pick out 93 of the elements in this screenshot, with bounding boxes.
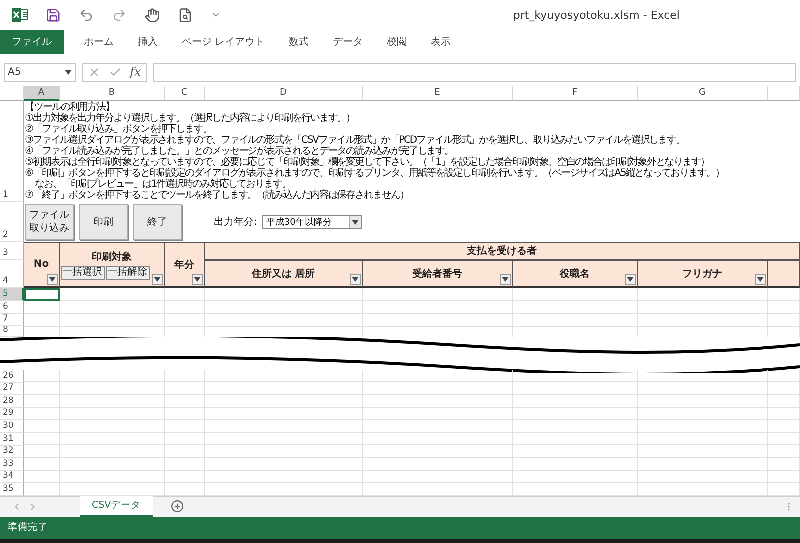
caret-icon [757, 277, 764, 282]
row-header[interactable]: 28 [0, 395, 24, 408]
row-header[interactable]: 3 [0, 242, 24, 260]
undo-icon[interactable] [79, 8, 94, 22]
filter-button[interactable] [152, 274, 163, 285]
cell-grid[interactable] [24, 288, 800, 337]
insert-function-button[interactable]: fx [130, 65, 142, 79]
column-heading: 年分 [165, 242, 205, 288]
name-box[interactable]: A5 [4, 62, 76, 82]
filter-button[interactable] [500, 274, 511, 285]
row-header[interactable]: 27 [0, 382, 24, 396]
year-dropdown[interactable]: 平成30年以降分 [262, 215, 362, 229]
sheet-tab[interactable]: CSVデータ [80, 496, 154, 518]
column-header[interactable]: C [165, 86, 205, 101]
row-header[interactable]: 32 [0, 446, 24, 458]
ribbon-tab[interactable]: 数式 [277, 30, 322, 54]
instruction-line: なお、「印刷プレビュー」は1件選択時のみ対応しております。 [35, 179, 291, 190]
save-icon[interactable] [46, 8, 61, 22]
file-tab[interactable]: ファイル [0, 30, 64, 54]
caret-icon [194, 277, 201, 282]
ribbon-tab[interactable]: データ [321, 30, 376, 54]
filter-button[interactable] [755, 274, 766, 285]
ribbon-tab[interactable]: ホーム [72, 30, 126, 54]
status-text: 準備完了 [8, 521, 48, 534]
column-heading: フリガナ [638, 260, 768, 288]
column-header[interactable]: A [24, 86, 60, 101]
tool-button[interactable]: 終了 [133, 204, 182, 240]
instructions-heading: 【ツールの利用方法】 [25, 102, 116, 113]
column-header[interactable]: G [638, 86, 768, 101]
year-label: 出力年分: [214, 216, 258, 229]
column-heading: 住所又は 居所 [205, 260, 363, 288]
formula-input[interactable] [153, 62, 796, 82]
column-header[interactable]: F [513, 86, 638, 101]
instruction-line: ④「ファイル読み込みが完了しました。」とのメッセージが表示されるとデータの読み込みが完了します。 [25, 146, 455, 157]
print-preview-icon[interactable] [178, 8, 193, 22]
row-header[interactable]: 2 [0, 202, 24, 242]
caret-icon [352, 277, 359, 282]
redo-icon[interactable] [112, 8, 127, 22]
row-header[interactable]: 33 [0, 458, 24, 471]
column-heading: 印刷対象 一括選択 一括解除 [60, 242, 165, 288]
ribbon-tab[interactable]: ページ レイアウト [170, 30, 278, 54]
touch-mode-icon[interactable] [145, 8, 160, 22]
bulk-button[interactable]: 一括選択 [60, 266, 104, 280]
cancel-icon[interactable] [88, 66, 101, 78]
instruction-line: ②「ファイル取り込み」ボタンを押下します。 [25, 124, 213, 135]
row-header[interactable]: 1 [0, 101, 24, 202]
caret-icon [49, 277, 56, 282]
tool-button[interactable]: ファイル取り込み [25, 204, 74, 240]
filter-button[interactable] [192, 274, 203, 285]
column-heading: 役職名 [513, 260, 638, 288]
tool-button[interactable]: 印刷 [79, 204, 128, 240]
row-header[interactable]: 29 [0, 408, 24, 420]
filter-button[interactable] [625, 274, 636, 285]
caret-icon [627, 277, 634, 282]
column-header[interactable]: B [60, 86, 165, 101]
instruction-line: ③ファイル選択ダイアログが表示されますので、ファイルの形式を「CSVファイル形式」か「PCDファイル形式」かを選択し、取り込みたいファイルを選択します。 [25, 135, 686, 146]
column-header[interactable]: E [363, 86, 513, 101]
instruction-line: ⑥「印刷」ボタンを押下すると印刷設定のダイアログが表示されますので、印刷するプリンタ、用紙等を設定し印刷を行います。（ページサイズはA5縦となっております。） [25, 168, 726, 179]
row-header[interactable]: 8 [0, 326, 24, 337]
row-header[interactable]: 5 [0, 288, 24, 301]
row-header[interactable]: 26 [0, 370, 24, 383]
column-header[interactable] [768, 86, 800, 101]
column-heading: 受給者番号 [363, 260, 513, 288]
row-header[interactable]: 6 [0, 301, 24, 314]
bulk-button[interactable]: 一括解除 [106, 266, 150, 280]
spreadsheet-app-icon [12, 8, 28, 22]
instruction-line: ⑤初期表示は全行印刷対象となっていますので、必要に応じて「印刷対象」欄を変更して下さい。（「1」を設定した場合印刷対象、空白の場合は印刷対象外となります） [25, 157, 710, 168]
row-header[interactable]: 35 [0, 483, 24, 496]
ribbon-tab[interactable]: 挿入 [126, 30, 170, 54]
filter-button[interactable] [47, 274, 58, 285]
cell-grid[interactable] [24, 370, 800, 496]
instruction-line: ⑦「終了」ボタンを押下することでツールを終了します。（読み込んだ内容は保存されません） [25, 190, 410, 201]
column-heading [768, 260, 800, 288]
column-header[interactable]: D [205, 86, 363, 101]
add-sheet-icon[interactable] [171, 500, 184, 514]
group-heading: 支払を受ける者 [205, 242, 800, 260]
row-header[interactable]: 7 [0, 314, 24, 326]
ribbon-tab[interactable]: 校閲 [375, 30, 420, 54]
row-header[interactable]: 30 [0, 420, 24, 433]
ribbon-tab[interactable]: 表示 [419, 30, 464, 54]
row-header[interactable]: 34 [0, 470, 24, 484]
instruction-line: ①出力対象を出力年分より選択します。（選択した内容により印刷を行います。） [25, 113, 356, 124]
row-header[interactable]: 4 [0, 260, 24, 288]
filter-button[interactable] [350, 274, 361, 285]
caret-icon [65, 70, 72, 74]
caret-icon [154, 277, 161, 282]
selected-cell[interactable] [24, 288, 60, 301]
caret-icon [502, 277, 509, 282]
row-header[interactable]: 31 [0, 432, 24, 446]
column-heading: No [24, 242, 60, 288]
window-title: prt_kyuyosyotoku.xlsm - Excel [513, 8, 680, 22]
caret-icon [352, 220, 360, 224]
enter-icon[interactable] [109, 66, 122, 78]
